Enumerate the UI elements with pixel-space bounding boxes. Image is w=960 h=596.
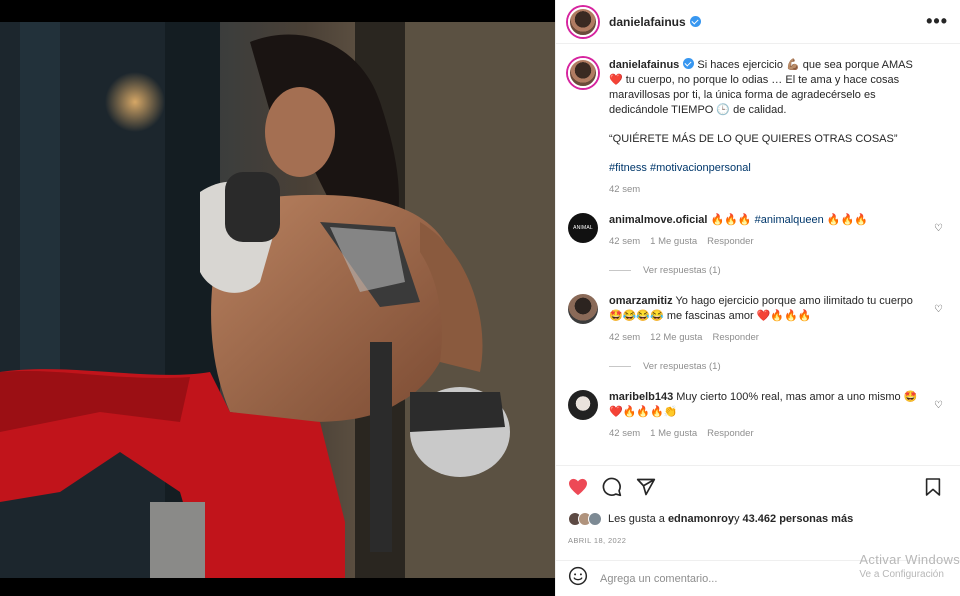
- author-username-text[interactable]: danielafainus: [609, 15, 686, 29]
- replies-divider: [609, 270, 631, 271]
- post-caption: danielafainus Si haces ejercicio 💪🏽 que …: [568, 58, 948, 197]
- comment-item: ANIMAL animalmove.oficial 🔥🔥🔥 #animalque…: [568, 213, 948, 249]
- comment-username[interactable]: animalmove.oficial: [609, 214, 707, 226]
- more-options-icon[interactable]: •••: [926, 11, 948, 32]
- comment-hashtag[interactable]: #animalqueen: [755, 214, 824, 226]
- comment-avatar[interactable]: ANIMAL: [568, 213, 598, 243]
- caption-body: danielafainus Si haces ejercicio 💪🏽 que …: [609, 58, 948, 197]
- post-header: danielafainus •••: [556, 0, 960, 44]
- post-date[interactable]: ABRIL 18, 2022: [568, 536, 949, 545]
- comment-avatar[interactable]: [568, 390, 598, 420]
- bookmark-icon[interactable]: [925, 478, 941, 496]
- likes-count[interactable]: 43.462 personas más: [743, 513, 854, 525]
- comment-username[interactable]: maribelb143: [609, 391, 673, 403]
- share-icon[interactable]: [636, 477, 656, 497]
- post-actions: Les gusta a ednamonroy y 43.462 personas…: [556, 465, 960, 545]
- replies-divider: [609, 366, 631, 367]
- author-avatar[interactable]: [568, 6, 598, 37]
- comment-body: animalmove.oficial 🔥🔥🔥 #animalqueen 🔥🔥🔥 …: [609, 213, 948, 249]
- post-photo-image: [0, 22, 555, 578]
- reply-button[interactable]: Responder: [707, 234, 753, 249]
- caption-meta: 42 sem: [609, 182, 926, 197]
- comment-item: maribelb143 Muy cierto 100% real, mas am…: [568, 390, 948, 441]
- caption-username[interactable]: danielafainus: [609, 59, 679, 71]
- photo-illustration: [0, 22, 555, 578]
- comment-body: omarzamitiz Yo hago ejercicio porque amo…: [609, 294, 948, 345]
- view-replies-label[interactable]: Ver respuestas (1): [643, 361, 721, 372]
- caption-quote: “QUIÉRETE MÁS DE LO QUE QUIERES OTRAS CO…: [609, 133, 898, 145]
- comment-meta: 42 sem 12 Me gusta Responder: [609, 330, 926, 345]
- likes-connector: y: [733, 513, 740, 525]
- view-replies-button[interactable]: Ver respuestas (1): [609, 361, 948, 372]
- comment-input[interactable]: [600, 572, 820, 585]
- author-username[interactable]: danielafainus: [609, 15, 701, 29]
- comment-meta: 42 sem 1 Me gusta Responder: [609, 234, 926, 249]
- reply-button[interactable]: Responder: [707, 426, 753, 441]
- comment-like-heart-icon[interactable]: ♡: [934, 304, 944, 315]
- comment-likes[interactable]: 1 Me gusta: [650, 234, 697, 249]
- comment-like-heart-icon[interactable]: ♡: [934, 223, 944, 234]
- verified-badge-icon: [689, 15, 701, 27]
- comment-time[interactable]: 42 sem: [609, 426, 640, 441]
- comment-composer: [556, 560, 960, 596]
- comment-item: omarzamitiz Yo hago ejercicio porque amo…: [568, 294, 948, 345]
- comment-likes[interactable]: 12 Me gusta: [650, 330, 702, 345]
- caption-time[interactable]: 42 sem: [609, 182, 640, 197]
- comment-username[interactable]: omarzamitiz: [609, 295, 673, 307]
- liker-avatars[interactable]: [568, 512, 602, 526]
- caption-hashtags[interactable]: #fitness #motivacionpersonal: [609, 161, 926, 176]
- emoji-icon[interactable]: [568, 566, 588, 591]
- like-heart-icon[interactable]: [568, 478, 588, 496]
- reply-button[interactable]: Responder: [712, 330, 758, 345]
- action-icons: [568, 476, 949, 498]
- comment-text-post: 🔥🔥🔥: [823, 214, 868, 226]
- view-replies-label[interactable]: Ver respuestas (1): [643, 265, 721, 276]
- caption-avatar[interactable]: [568, 58, 598, 88]
- comment-body: maribelb143 Muy cierto 100% real, mas am…: [609, 390, 948, 441]
- comment-likes[interactable]: 1 Me gusta: [650, 426, 697, 441]
- comment-like-heart-icon[interactable]: ♡: [934, 400, 944, 411]
- comment-time[interactable]: 42 sem: [609, 330, 640, 345]
- post-detail-panel: danielafainus ••• danielafainus Si haces…: [555, 0, 960, 596]
- likes-summary: Les gusta a ednamonroy y 43.462 personas…: [568, 512, 949, 526]
- comment-time[interactable]: 42 sem: [609, 234, 640, 249]
- comment-meta: 42 sem 1 Me gusta Responder: [609, 426, 926, 441]
- comments-list[interactable]: danielafainus Si haces ejercicio 💪🏽 que …: [556, 44, 960, 465]
- post-photo[interactable]: [0, 0, 555, 596]
- comment-icon[interactable]: [602, 477, 622, 497]
- likes-first-user[interactable]: ednamonroy: [668, 513, 734, 525]
- comment-text-pre: 🔥🔥🔥: [710, 214, 755, 226]
- view-replies-button[interactable]: Ver respuestas (1): [609, 265, 948, 276]
- likes-prefix: Les gusta a: [608, 513, 665, 525]
- verified-badge-icon: [683, 58, 695, 69]
- comment-avatar[interactable]: [568, 294, 598, 324]
